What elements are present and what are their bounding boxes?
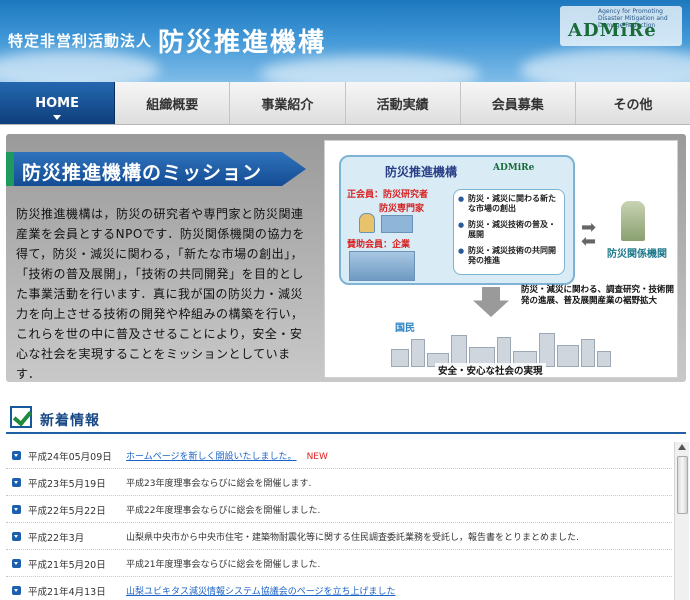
news-text: 平成22年度理事会ならびに総会を開催しました. <box>126 506 321 516</box>
news-item: 平成21年4月13日 山梨ユビキタス減災情報システム協議会のページを立ち上げまし… <box>6 577 672 600</box>
regular-member-label: 正会員：防災研究者 <box>347 190 429 200</box>
news-divider <box>6 432 686 434</box>
activity-item: 防災・減災技術の普及・展開 <box>458 220 560 240</box>
news-date: 平成21年5月20日 <box>28 560 106 571</box>
safe-society-label: 安全・安心な社会の実現 <box>435 363 546 377</box>
news-date: 平成21年4月13日 <box>28 587 106 598</box>
regular-member-label-2: 防災専門家 <box>379 204 425 214</box>
news-scrollbar[interactable] <box>674 442 689 600</box>
nav-membership-label: 会員募集 <box>491 97 544 113</box>
activity-item: 防災・減災技術の共同開発の推進 <box>458 246 560 266</box>
bullet-arrow-icon <box>12 478 21 487</box>
news-date: 平成24年05月09日 <box>28 452 112 463</box>
header-cloud <box>260 56 480 82</box>
news-date: 平成22年3月 <box>28 533 85 544</box>
bullet-arrow-icon <box>12 505 21 514</box>
news-link-text[interactable]: ホームページを新しく開設いたしました。 <box>126 452 297 462</box>
header-cloud <box>0 50 160 82</box>
city-skyline-icon <box>391 331 611 367</box>
news-text: 山梨県中央市から中央市住宅・建築物耐震化等に関する住民調査委託業務を受託し，報告… <box>126 533 579 543</box>
nav-projects[interactable]: 事業紹介 <box>230 82 346 124</box>
nav-projects-label: 事業紹介 <box>261 97 314 113</box>
news-item: 平成22年5月22日 平成22年度理事会ならびに総会を開催しました. <box>6 496 672 523</box>
organization-box: 防災推進機構 ADMiRe 正会員：防災研究者 防災専門家 賛助会員：企業 防災… <box>339 155 575 285</box>
down-arrow-icon <box>473 287 509 317</box>
nav-about-label: 組織概要 <box>146 97 199 113</box>
bullet-arrow-icon <box>12 586 21 595</box>
site-title[interactable]: 防災推進機構 <box>158 22 326 59</box>
agency-label: 防災関係機関 <box>607 249 667 260</box>
agency-building-icon <box>621 201 645 241</box>
news-link[interactable]: ホームページを新しく開設いたしました。 NEW <box>126 449 328 462</box>
main-nav: HOME 組織概要 事業紹介 活動実績 会員募集 その他 <box>0 82 690 125</box>
company-photo-icon <box>349 251 415 281</box>
bullet-arrow-icon <box>12 451 21 460</box>
site-header: 特定非営利活動法人 防災推進機構 Agency for Promoting Di… <box>0 0 690 82</box>
checkmark-icon <box>10 406 32 428</box>
news-list[interactable]: 平成24年05月09日 ホームページを新しく開設いたしました。 NEW 平成23年… <box>6 442 672 600</box>
admire-logo[interactable]: Agency for Promoting Disaster Mitigation… <box>560 6 682 46</box>
nav-active-arrow-icon <box>53 115 62 120</box>
header-cloud <box>520 48 690 82</box>
news-item: 平成22年3月 山梨県中央市から中央市住宅・建築物耐震化等に関する住民調査委託業… <box>6 523 672 550</box>
nav-home[interactable]: HOME <box>0 82 116 124</box>
mission-panel: 防災推進機構のミッション 防災推進機構は，防災の研究者や専門家と防災関連産業を会… <box>6 134 686 382</box>
news-header: 新着情報 <box>6 402 686 434</box>
mission-title: 防災推進機構のミッション <box>22 162 263 184</box>
scroll-up-icon[interactable] <box>678 444 686 450</box>
news-date: 平成23年5月19日 <box>28 479 106 490</box>
bullet-arrow-icon <box>12 559 21 568</box>
news-item: 平成23年5月19日 平成23年度理事会ならびに総会を開催します. <box>6 469 672 496</box>
support-member-label: 賛助会員：企業 <box>347 240 411 250</box>
news-item: 平成21年5月20日 平成21年度理事会ならびに総会を開催しました. <box>6 550 672 577</box>
diagram-org-logo: ADMiRe <box>493 163 535 173</box>
nav-membership[interactable]: 会員募集 <box>461 82 576 124</box>
exchange-arrows-icon: ➡ ⬅ <box>581 217 597 252</box>
new-badge: NEW <box>306 452 328 462</box>
scroll-thumb[interactable] <box>677 456 688 514</box>
diagram-org-title: 防災推進機構 <box>385 165 458 179</box>
news-date: 平成22年5月22日 <box>28 506 106 517</box>
nav-activities[interactable]: 活動実績 <box>346 82 461 124</box>
news-title: 新着情報 <box>40 413 100 429</box>
nav-other[interactable]: その他 <box>576 82 690 124</box>
nav-about[interactable]: 組織概要 <box>115 82 231 124</box>
news-item: 平成24年05月09日 ホームページを新しく開設いたしました。 NEW <box>6 442 672 469</box>
logo-text: ADMiRe <box>568 20 657 41</box>
activity-item: 防災・減災に関わる新たな市場の創出 <box>458 194 560 214</box>
bullet-arrow-icon <box>12 532 21 541</box>
nav-activities-label: 活動実績 <box>376 97 429 113</box>
mission-title-accent <box>6 152 14 186</box>
researcher-icon <box>359 213 375 233</box>
nav-home-label: HOME <box>35 95 79 111</box>
news-text: 平成23年度理事会ならびに総会を開催します. <box>126 479 312 489</box>
research-outcome-text: 防災・減災に関わる、調査研究・技術開発の進展、普及展開産業の裾野拡大 <box>521 285 675 306</box>
news-text: 平成21年度理事会ならびに総会を開催しました. <box>126 560 321 570</box>
org-type-label: 特定非営利活動法人 <box>8 32 153 50</box>
news-link[interactable]: 山梨ユビキタス減災情報システム協議会のページを立ち上げました <box>126 584 396 597</box>
mission-body: 防災推進機構は，防災の研究者や専門家と防災関連産業を会員とするNPOです．防災関… <box>16 207 305 381</box>
nav-other-label: その他 <box>613 97 653 113</box>
expert-photo-icon <box>381 215 413 233</box>
activity-list: 防災・減災に関わる新たな市場の創出 防災・減災技術の普及・展開 防災・減災技術の… <box>453 189 565 275</box>
mission-diagram: 防災推進機構 ADMiRe 正会員：防災研究者 防災専門家 賛助会員：企業 防災… <box>324 140 678 378</box>
